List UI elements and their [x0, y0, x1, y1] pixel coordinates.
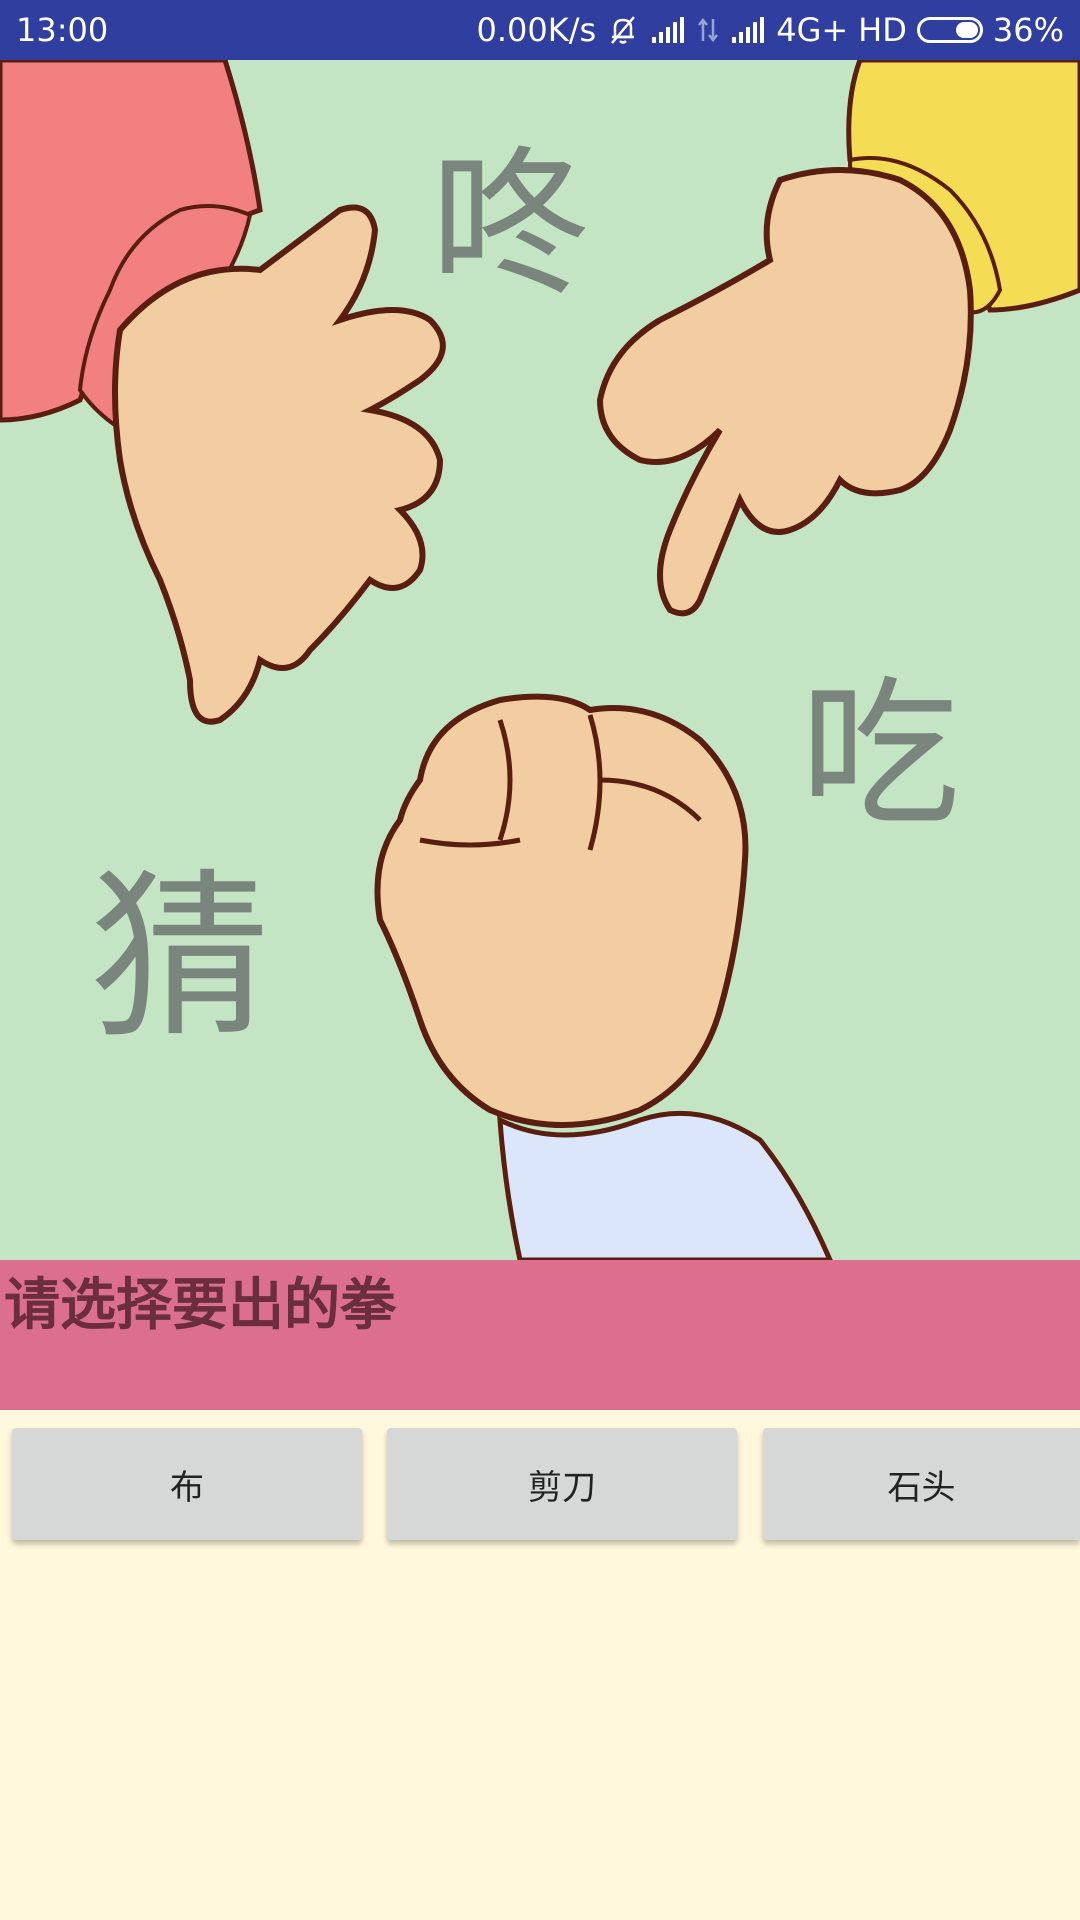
scissors-button[interactable]: 剪刀	[387, 1428, 737, 1540]
prompt-bar: 请选择要出的拳	[0, 1260, 1080, 1410]
stone-button[interactable]: 石头	[763, 1428, 1080, 1540]
battery-level: 36%	[992, 11, 1064, 49]
data-arrows-icon	[696, 15, 720, 45]
status-bar: 13:00 0.00K/s 4G+ HD 36%	[0, 0, 1080, 60]
battery-icon	[916, 17, 983, 43]
bell-off-icon	[606, 13, 640, 47]
prompt-text: 请选择要出的拳	[4, 1273, 396, 1338]
hd-indicator: HD	[858, 11, 907, 49]
net-speed: 0.00K/s	[476, 11, 597, 49]
choice-buttons: 布 剪刀 石头	[0, 1428, 1080, 1544]
illustration-char-cai: 猜	[90, 854, 270, 1063]
rock-paper-scissors-illustration: 咚 吃 猜	[0, 60, 1080, 1260]
signal-icon	[730, 15, 766, 45]
network-type: 4G+	[776, 11, 849, 49]
status-time: 13:00	[16, 11, 109, 49]
signal-icon	[650, 15, 686, 45]
illustration-char-chi: 吃	[800, 661, 960, 848]
cloth-button[interactable]: 布	[12, 1428, 362, 1540]
status-indicators: 0.00K/s 4G+ HD 36%	[477, 11, 1064, 49]
illustration-char-dong: 咚	[430, 131, 590, 318]
